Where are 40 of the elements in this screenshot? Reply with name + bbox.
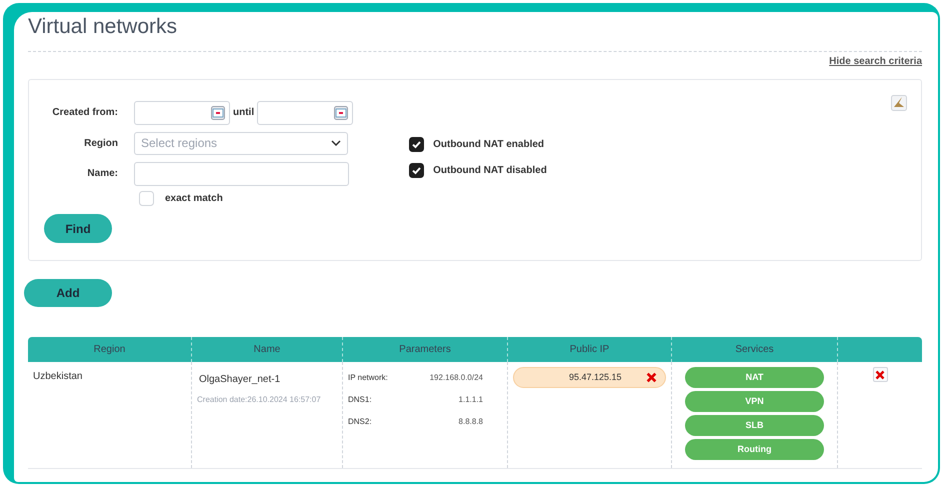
column-header: Parameters	[343, 337, 508, 362]
date-field[interactable]	[257, 100, 354, 124]
find-button[interactable]: Find	[44, 214, 112, 243]
date-field[interactable]	[134, 100, 230, 124]
checkbox[interactable]	[409, 136, 424, 152]
name-field[interactable]	[134, 162, 349, 186]
field-label: Created from:	[51, 106, 118, 120]
column-header: Region	[28, 337, 192, 362]
parameter-label: DNS2:	[348, 416, 372, 428]
field-label: Name:	[86, 167, 118, 181]
delete-icon[interactable]	[646, 372, 657, 383]
parameter-value: 192.168.0.0/24	[430, 372, 483, 384]
field-label: until	[233, 106, 254, 120]
table-cell: Uzbekistan	[33, 371, 82, 382]
parameter-value: 1.1.1.1	[458, 394, 483, 406]
field-label: Region	[83, 136, 118, 150]
page-title: Virtual networks	[28, 14, 178, 40]
parameter-label: DNS1:	[348, 394, 372, 406]
checkbox[interactable]	[409, 162, 424, 178]
service-button[interactable]: VPN	[685, 391, 824, 412]
calendar-icon[interactable]	[334, 106, 348, 120]
parameter-value: 8.8.8.8	[458, 416, 483, 428]
service-button[interactable]: NAT	[685, 367, 824, 388]
checkbox-label: exact match	[165, 192, 223, 206]
column-header: Services	[672, 337, 838, 362]
service-button[interactable]: Routing	[685, 439, 824, 460]
checkbox-label: Outbound NAT disabled	[433, 164, 547, 178]
parameter-label: IP network:	[348, 372, 388, 384]
hide-search-link[interactable]: Hide search criteria	[829, 54, 922, 69]
calendar-icon[interactable]	[211, 106, 225, 120]
add-button[interactable]: Add	[24, 279, 112, 307]
public-ip-chip: 95.47.125.15	[513, 367, 666, 388]
column-header: Public IP	[508, 337, 672, 362]
network-name: OlgaShayer_net-1	[199, 373, 280, 387]
checkbox-label: Outbound NAT enabled	[433, 138, 544, 152]
column-header: Name	[192, 337, 343, 362]
creation-date: Creation date:26.10.2024 16:57:07	[197, 394, 321, 406]
service-button[interactable]: SLB	[685, 415, 824, 436]
region-select[interactable]: Select regions	[134, 132, 348, 154]
chevron-icon	[331, 140, 341, 146]
